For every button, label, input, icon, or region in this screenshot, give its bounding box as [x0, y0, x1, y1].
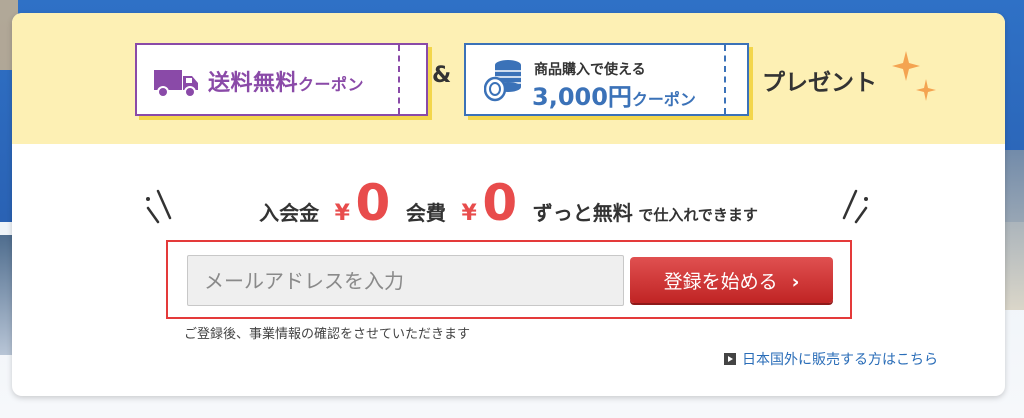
ampersand: & [432, 63, 452, 88]
coupon-subtitle: 商品購入で使える [534, 62, 646, 78]
signup-card: 送料無料クーポン & 商品購入で使える 3,000円クーポン プレゼント 入会金… [12, 13, 1005, 396]
registration-note: ご登録後、事業情報の確認をさせていただきます [184, 327, 471, 342]
present-label: プレゼント [762, 70, 877, 96]
sparkle-icon [892, 51, 936, 101]
entry-fee-label: 入会金 [259, 201, 320, 225]
truck-icon [154, 70, 198, 98]
chevron-right-icon: › [791, 270, 800, 293]
free-shipping-coupon: 送料無料クーポン [135, 43, 428, 116]
email-input[interactable] [187, 255, 624, 306]
overseas-seller-link[interactable]: 日本国外に販売する方はこちら [724, 349, 938, 369]
entry-fee-value: 0 [355, 174, 391, 232]
membership-fee-label: 会費 [405, 201, 446, 225]
free-forever-label: ずっと無料 [532, 201, 633, 225]
purchase-tail-label: で仕入れできます [638, 206, 758, 224]
button-label: 登録を始める [663, 270, 778, 293]
membership-fee-value: 0 [482, 174, 518, 232]
coins-icon [484, 60, 521, 102]
coupon-divider [398, 45, 400, 114]
coupon-divider [724, 45, 726, 114]
3000-yen-coupon: 商品購入で使える 3,000円クーポン [464, 43, 749, 116]
coupon-amount: 3,000円クーポン [532, 83, 696, 111]
coupon-banner: 送料無料クーポン & 商品購入で使える 3,000円クーポン プレゼント [12, 13, 1005, 144]
play-arrow-icon [724, 353, 736, 365]
signup-form: 登録を始める › [166, 240, 852, 319]
free-membership-headline: 入会金 ¥ 0 会費 ¥ 0 ずっと無料 で仕入れできます [12, 178, 1005, 228]
overseas-link-label: 日本国外に販売する方はこちら [742, 352, 938, 368]
start-registration-button[interactable]: 登録を始める › [630, 257, 833, 303]
background-product-image [1002, 150, 1024, 310]
entry-fee-currency: ¥ [334, 201, 350, 226]
coupon-title: 送料無料クーポン [208, 71, 365, 96]
membership-fee-currency: ¥ [461, 201, 477, 226]
